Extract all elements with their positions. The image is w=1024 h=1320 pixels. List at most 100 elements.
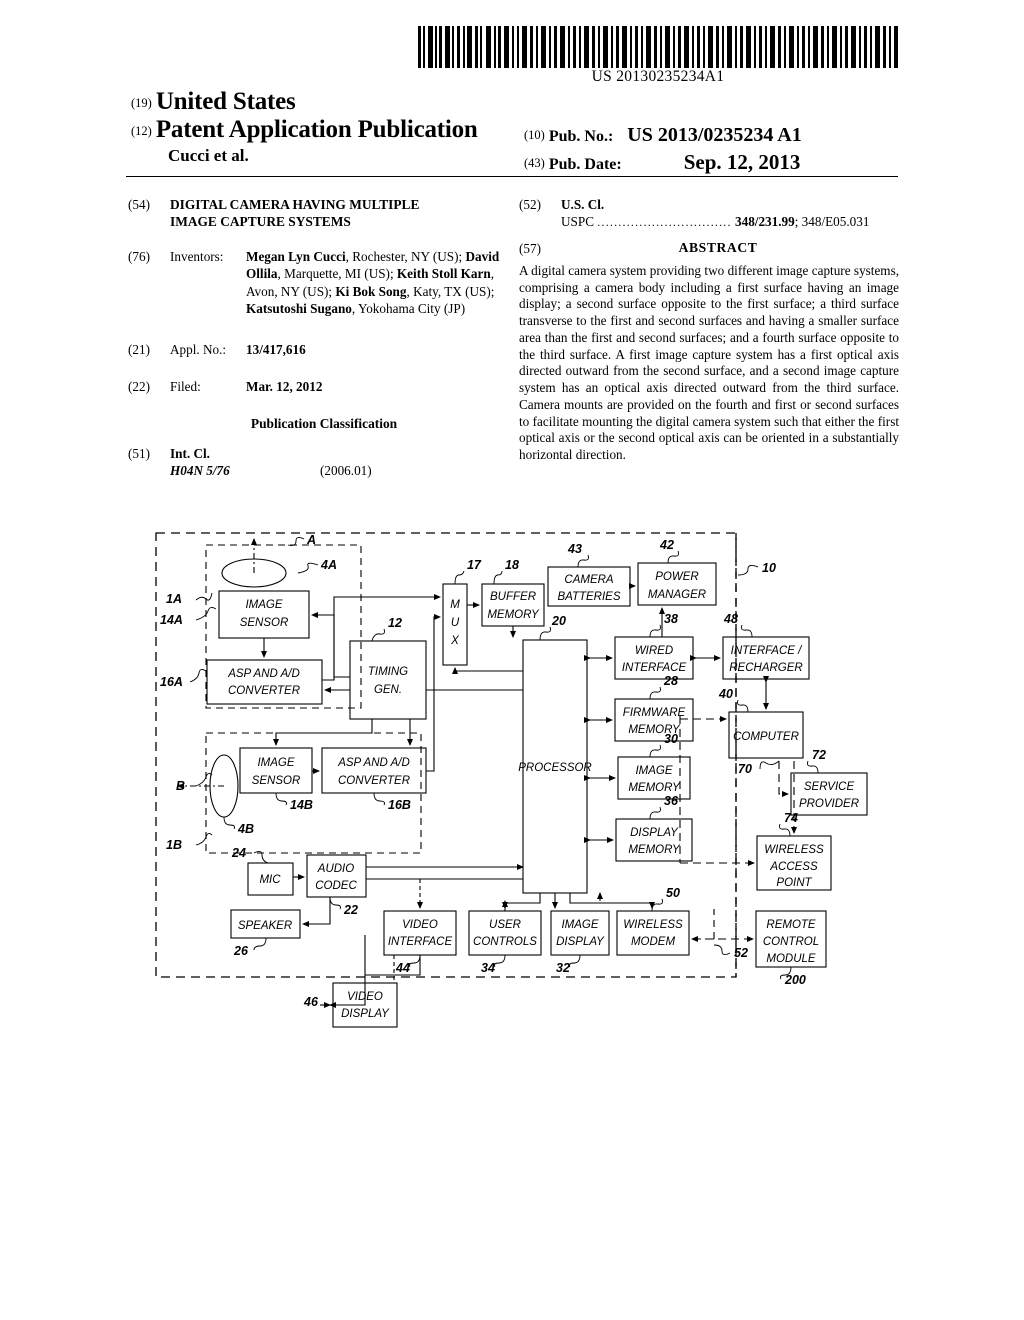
ref-50: 50 <box>666 886 680 900</box>
ref-74: 74 <box>784 811 798 825</box>
block-label-asp-a: ASP AND A/D <box>227 668 300 680</box>
appl-no-label: Appl. No.: <box>170 341 227 357</box>
ref-43: 43 <box>567 542 582 556</box>
patent-front-page: US 20130235234A1 (19) United States (12)… <box>0 0 1024 1320</box>
abstract-heading-row: (57) ABSTRACT <box>519 239 899 257</box>
applicant-name: Cucci et al. <box>168 146 249 165</box>
int-cl-label: Int. Cl. <box>170 445 210 461</box>
inid-10: (10) <box>524 128 545 142</box>
filed-label: Filed: <box>170 379 201 395</box>
block-label-timing-gen: TIMING <box>368 666 408 678</box>
block-label-power-manager: POWER <box>655 571 698 583</box>
ref-22: 22 <box>343 903 358 917</box>
biblio-right-column: (52) U.S. Cl. USPC .....................… <box>519 196 899 464</box>
barcode-icon <box>418 26 898 68</box>
block-label-image-memory: IMAGE <box>635 765 672 777</box>
ref-1B: 1B <box>166 838 182 852</box>
field-us-cl: (52) U.S. Cl. USPC .....................… <box>519 196 899 231</box>
ref-36: 36 <box>664 794 679 808</box>
block-label-audio-codec: AUDIO <box>317 863 354 875</box>
block-label-image-sensor-a: IMAGE <box>245 599 282 611</box>
block-label-user-controls-2: CONTROLS <box>473 936 537 948</box>
inventor-1-location: , Marquette, MI (US); <box>277 266 394 282</box>
uspc-label: USPC <box>561 214 594 230</box>
inid-22: (22) <box>128 379 150 395</box>
block-label-mux-x: X <box>450 635 460 647</box>
field-title: (54) DIGITAL CAMERA HAVING MULTIPLE IMAG… <box>128 196 500 230</box>
ref-4B: 4B <box>237 822 254 836</box>
ref-18: 18 <box>505 558 519 572</box>
block-label-power-manager-2: MANAGER <box>648 589 706 601</box>
ref-30: 30 <box>664 732 678 746</box>
document-type-line: (12) Patent Application Publication <box>131 116 478 144</box>
field-inventors: (76) Inventors: Megan Lyn Cucci, Rochest… <box>128 248 500 317</box>
block-label-mux-u: U <box>451 617 460 629</box>
block-label-wired-interface: WIRED <box>635 645 673 657</box>
country-name: United States <box>155 88 296 115</box>
document-type: Patent Application Publication <box>155 116 478 143</box>
block-label-interface-recharger-2: RECHARGER <box>729 662 802 674</box>
publication-number-row: (10) Pub. No.: US 2013/0235234 A1 <box>524 124 802 147</box>
ref-200: 200 <box>784 973 806 987</box>
block-label-remote-control: REMOTE <box>766 919 816 931</box>
ref-A: A <box>306 533 316 547</box>
title-line-2: IMAGE CAPTURE SYSTEMS <box>170 214 351 230</box>
block-label-asp-b: ASP AND A/D <box>337 757 410 769</box>
inid-52: (52) <box>519 197 541 212</box>
block-label-processor: PROCESSOR <box>518 762 592 774</box>
block-label-image-sensor-b-2: SENSOR <box>252 775 301 787</box>
int-cl-code: H04N 5/76 <box>170 462 230 478</box>
block-label-wireless-ap: WIRELESS <box>764 844 824 856</box>
ref-14A: 14A <box>160 613 183 627</box>
title-line-1: DIGITAL CAMERA HAVING MULTIPLE <box>170 197 420 212</box>
block-label-asp-b-2: CONVERTER <box>338 775 410 787</box>
ref-42: 42 <box>659 538 674 552</box>
ref-B: B <box>176 779 185 793</box>
inventor-4-location: , Yokohama City (JP) <box>351 300 466 316</box>
block-label-user-controls: USER <box>489 919 521 931</box>
inventor-0-name: Megan Lyn Cucci <box>246 249 346 265</box>
block-label-audio-codec-2: CODEC <box>315 880 357 892</box>
block-label-image-sensor-b: IMAGE <box>257 757 294 769</box>
inid-51: (51) <box>128 445 150 461</box>
inventors-label: Inventors: <box>170 249 224 265</box>
block-label-interface-recharger: INTERFACE / <box>731 645 804 657</box>
camera-system-block-diagram: IMAGE SENSOR ASP AND A/D CONVERTER TIMIN… <box>0 505 1024 1065</box>
ref-1A: 1A <box>166 592 182 606</box>
inventor-3-name: Ki Bok Song <box>335 283 407 299</box>
uspc-dot-leader: ................................ <box>597 215 732 230</box>
ref-44: 44 <box>395 961 410 975</box>
block-label-timing-gen-2: GEN. <box>374 684 402 696</box>
block-label-remote-control-2: CONTROL <box>763 936 819 948</box>
ref-52: 52 <box>734 946 748 960</box>
appl-no-value: 13/417,616 <box>246 341 306 357</box>
inid-54: (54) <box>128 197 150 212</box>
block-label-camera-batteries-2: BATTERIES <box>557 591 620 603</box>
inid-43: (43) <box>524 156 545 170</box>
pub-no-value: US 2013/0235234 A1 <box>627 124 802 146</box>
block-label-video-display: VIDEO <box>347 991 383 1003</box>
block-label-wired-interface-2: INTERFACE <box>622 662 687 674</box>
block-label-wireless-modem: WIRELESS <box>623 919 683 931</box>
inventor-2-name: Keith Stoll Karn <box>396 266 491 282</box>
field-int-cl: (51) Int. Cl. H04N 5/76 (2006.01) <box>128 445 500 479</box>
inid-21: (21) <box>128 341 150 357</box>
block-label-speaker: SPEAKER <box>238 920 292 932</box>
block-label-wireless-ap-3: POINT <box>776 877 812 889</box>
us-cl-label: U.S. Cl. <box>561 197 605 212</box>
ref-32: 32 <box>556 961 570 975</box>
ref-48: 48 <box>723 612 738 626</box>
inventors-list: Megan Lyn Cucci, Rochester, NY (US); Dav… <box>246 248 500 317</box>
biblio-left-column: (54) DIGITAL CAMERA HAVING MULTIPLE IMAG… <box>128 196 500 491</box>
inid-57: (57) <box>519 240 541 256</box>
inventor-4-name: Katsutoshi Sugano <box>246 300 352 316</box>
block-label-asp-a-2: CONVERTER <box>228 685 300 697</box>
pub-date-value: Sep. 12, 2013 <box>683 150 801 174</box>
block-label-wireless-ap-2: ACCESS <box>769 861 818 873</box>
ref-10: 10 <box>762 561 776 575</box>
pub-no-label: Pub. No.: <box>548 128 614 145</box>
block-label-firmware-memory: FIRMWARE <box>623 707 686 719</box>
inventor-0-location: , Rochester, NY (US); <box>345 249 463 265</box>
field-appl-no: (21) Appl. No.: 13/417,616 <box>128 341 500 358</box>
ref-24: 24 <box>231 846 246 860</box>
